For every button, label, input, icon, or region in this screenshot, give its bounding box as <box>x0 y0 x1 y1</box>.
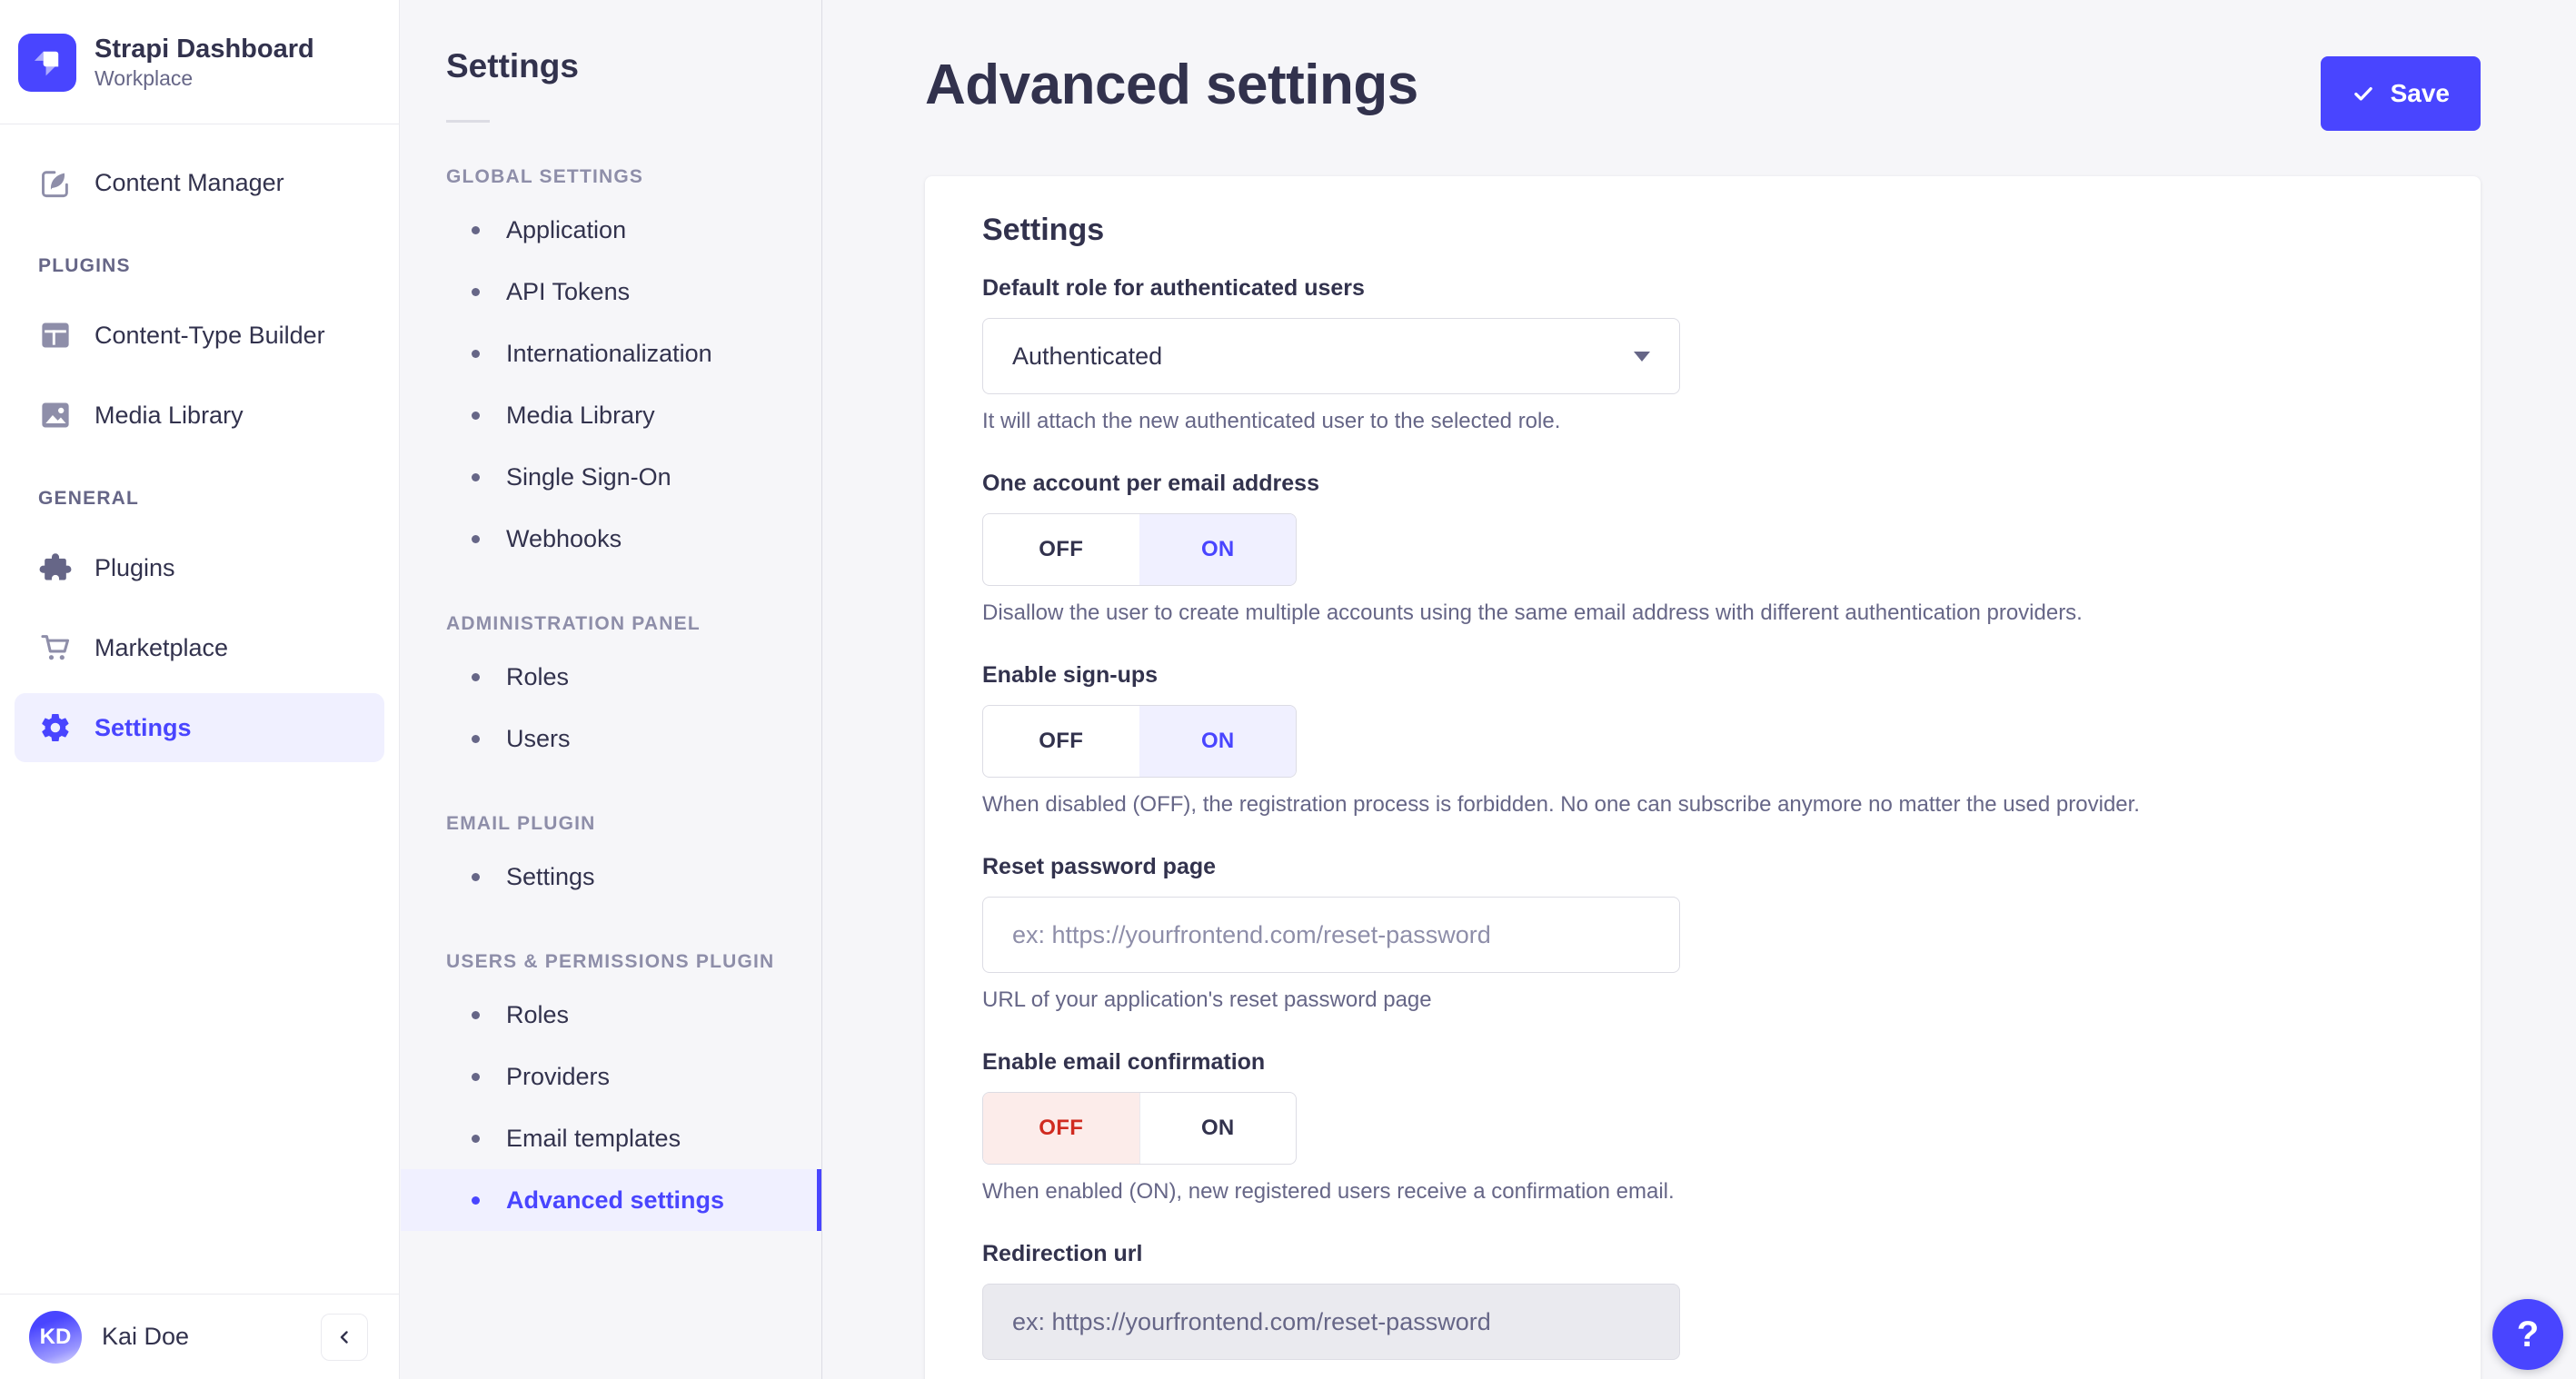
brand: Strapi Dashboard Workplace <box>0 0 399 125</box>
chevron-down-icon <box>1634 351 1650 362</box>
subnav-item-webhooks[interactable]: Webhooks <box>401 508 821 570</box>
toggle-off-option[interactable]: OFF <box>983 706 1139 777</box>
subnav-divider <box>446 120 490 123</box>
avatar: KD <box>29 1310 82 1364</box>
subnav-item-email-settings[interactable]: Settings <box>401 846 821 908</box>
settings-gear-icon <box>38 710 73 745</box>
strapi-logo-icon[interactable] <box>18 34 76 93</box>
select-value: Authenticated <box>1012 342 1163 370</box>
sidebar-nav: Content Manager PLUGINS Content-Type Bui… <box>0 124 399 763</box>
field-enable-email-confirmation: Enable email confirmation OFF ON When en… <box>982 1049 2423 1205</box>
brand-text: Strapi Dashboard Workplace <box>94 33 314 93</box>
toggle-off-option[interactable]: OFF <box>983 1093 1139 1164</box>
toggle-on-option[interactable]: ON <box>1139 514 1296 585</box>
subnav-item-internationalization[interactable]: Internationalization <box>401 322 821 384</box>
sidebar-item-content-manager[interactable]: Content Manager <box>15 148 384 217</box>
field-hint-one-account: Disallow the user to create multiple acc… <box>982 600 2083 625</box>
save-button-label: Save <box>2390 79 2450 107</box>
field-one-account: One account per email address OFF ON Dis… <box>982 471 2423 626</box>
field-redirection-url: Redirection url <box>982 1241 2423 1360</box>
subnav-item-up-roles[interactable]: Roles <box>401 984 821 1046</box>
main-sidebar: Strapi Dashboard Workplace Content Manag… <box>0 0 400 1379</box>
subnav-group-global-settings: GLOBAL SETTINGS <box>446 166 644 187</box>
field-label-enable-email-confirmation: Enable email confirmation <box>982 1049 1266 1075</box>
toggle-on-option[interactable]: ON <box>1139 706 1296 777</box>
plugins-icon <box>38 551 73 585</box>
field-reset-password-page: Reset password page URL of your applicat… <box>982 854 2423 1013</box>
enable-sign-ups-toggle[interactable]: OFF ON <box>982 705 1297 778</box>
enable-email-confirmation-toggle[interactable]: OFF ON <box>982 1092 1297 1165</box>
sidebar-item-label: Plugins <box>94 553 175 581</box>
card-heading: Settings <box>982 213 1105 247</box>
sidebar-item-media-library[interactable]: Media Library <box>15 381 384 450</box>
field-hint-default-role: It will attach the new authenticated use… <box>982 409 1561 433</box>
sidebar-item-label: Media Library <box>94 401 244 429</box>
sidebar-item-plugins[interactable]: Plugins <box>15 533 384 602</box>
toggle-on-option[interactable]: ON <box>1139 1093 1297 1164</box>
main-content: Advanced settings Save Settings Default … <box>823 0 2576 1379</box>
toggle-off-option[interactable]: OFF <box>983 514 1139 585</box>
subnav-item-advanced-settings[interactable]: Advanced settings <box>401 1169 821 1231</box>
field-default-role: Default role for authenticated users Aut… <box>982 275 2423 434</box>
redirection-url-input <box>982 1284 1680 1360</box>
field-label-one-account: One account per email address <box>982 471 1319 496</box>
one-account-toggle[interactable]: OFF ON <box>982 513 1297 586</box>
settings-card: Settings Default role for authenticated … <box>925 176 2481 1379</box>
subnav-item-single-sign-on[interactable]: Single Sign-On <box>401 446 821 508</box>
content-manager-icon <box>38 165 73 200</box>
field-enable-sign-ups: Enable sign-ups OFF ON When disabled (OF… <box>982 662 2423 818</box>
subnav-item-admin-users[interactable]: Users <box>401 708 821 769</box>
sidebar-item-label: Marketplace <box>94 633 229 661</box>
subnav-group-administration-panel: ADMINISTRATION PANEL <box>446 613 701 634</box>
sidebar-item-content-type-builder[interactable]: Content-Type Builder <box>15 301 384 370</box>
chevron-left-icon <box>340 1330 348 1344</box>
field-hint-enable-sign-ups: When disabled (OFF), the registration pr… <box>982 792 2140 817</box>
sidebar-item-label: Content-Type Builder <box>94 321 325 349</box>
check-icon <box>2353 86 2372 101</box>
subnav-item-application[interactable]: Application <box>401 199 821 261</box>
collapse-sidebar-button[interactable] <box>321 1313 368 1361</box>
subnav-item-up-email-templates[interactable]: Email templates <box>401 1107 821 1169</box>
sidebar-section-general: GENERAL <box>38 488 140 510</box>
field-hint-enable-email-confirmation: When enabled (ON), new registered users … <box>982 1179 1675 1204</box>
page-header: Advanced settings Save <box>925 53 2481 131</box>
marketplace-icon <box>38 630 73 665</box>
strapi-logo-glyph <box>34 51 59 76</box>
media-library-icon <box>38 398 73 432</box>
save-button[interactable]: Save <box>2320 56 2481 131</box>
field-hint-reset-password-page: URL of your application's reset password… <box>982 987 1432 1012</box>
sidebar-item-settings[interactable]: Settings <box>15 693 384 763</box>
subnav-group-email-plugin: EMAIL PLUGIN <box>446 813 596 834</box>
subnav-item-up-providers[interactable]: Providers <box>401 1046 821 1107</box>
reset-password-page-input[interactable] <box>982 897 1680 973</box>
subnav-item-admin-roles[interactable]: Roles <box>401 646 821 708</box>
help-button[interactable]: ? <box>2492 1299 2563 1370</box>
field-label-enable-sign-ups: Enable sign-ups <box>982 662 1159 688</box>
content-type-builder-icon <box>38 318 73 352</box>
sidebar-item-label: Settings <box>94 713 192 741</box>
field-label-reset-password-page: Reset password page <box>982 854 1217 879</box>
sidebar-item-marketplace[interactable]: Marketplace <box>15 613 384 682</box>
sidebar-footer: KD Kai Doe <box>0 1294 399 1379</box>
page-title: Advanced settings <box>925 54 1418 116</box>
subnav-item-media-library[interactable]: Media Library <box>401 384 821 446</box>
user-menu[interactable]: KD Kai Doe <box>29 1310 190 1364</box>
sidebar-section-plugins: PLUGINS <box>38 255 131 277</box>
subnav-group-users-permissions-plugin: USERS & PERMISSIONS PLUGIN <box>446 951 775 972</box>
user-name: Kai Doe <box>102 1323 190 1350</box>
app-title: Strapi Dashboard <box>94 35 314 64</box>
app-workspace: Workplace <box>94 66 194 91</box>
sidebar-item-label: Content Manager <box>94 168 284 196</box>
field-label-default-role: Default role for authenticated users <box>982 275 1365 301</box>
subnav-item-api-tokens[interactable]: API Tokens <box>401 261 821 322</box>
subnav-title: Settings <box>446 47 579 84</box>
default-role-select[interactable]: Authenticated <box>982 318 1680 394</box>
field-label-redirection-url: Redirection url <box>982 1241 1143 1266</box>
settings-subnav: Settings GLOBAL SETTINGS Application API… <box>401 0 822 1379</box>
